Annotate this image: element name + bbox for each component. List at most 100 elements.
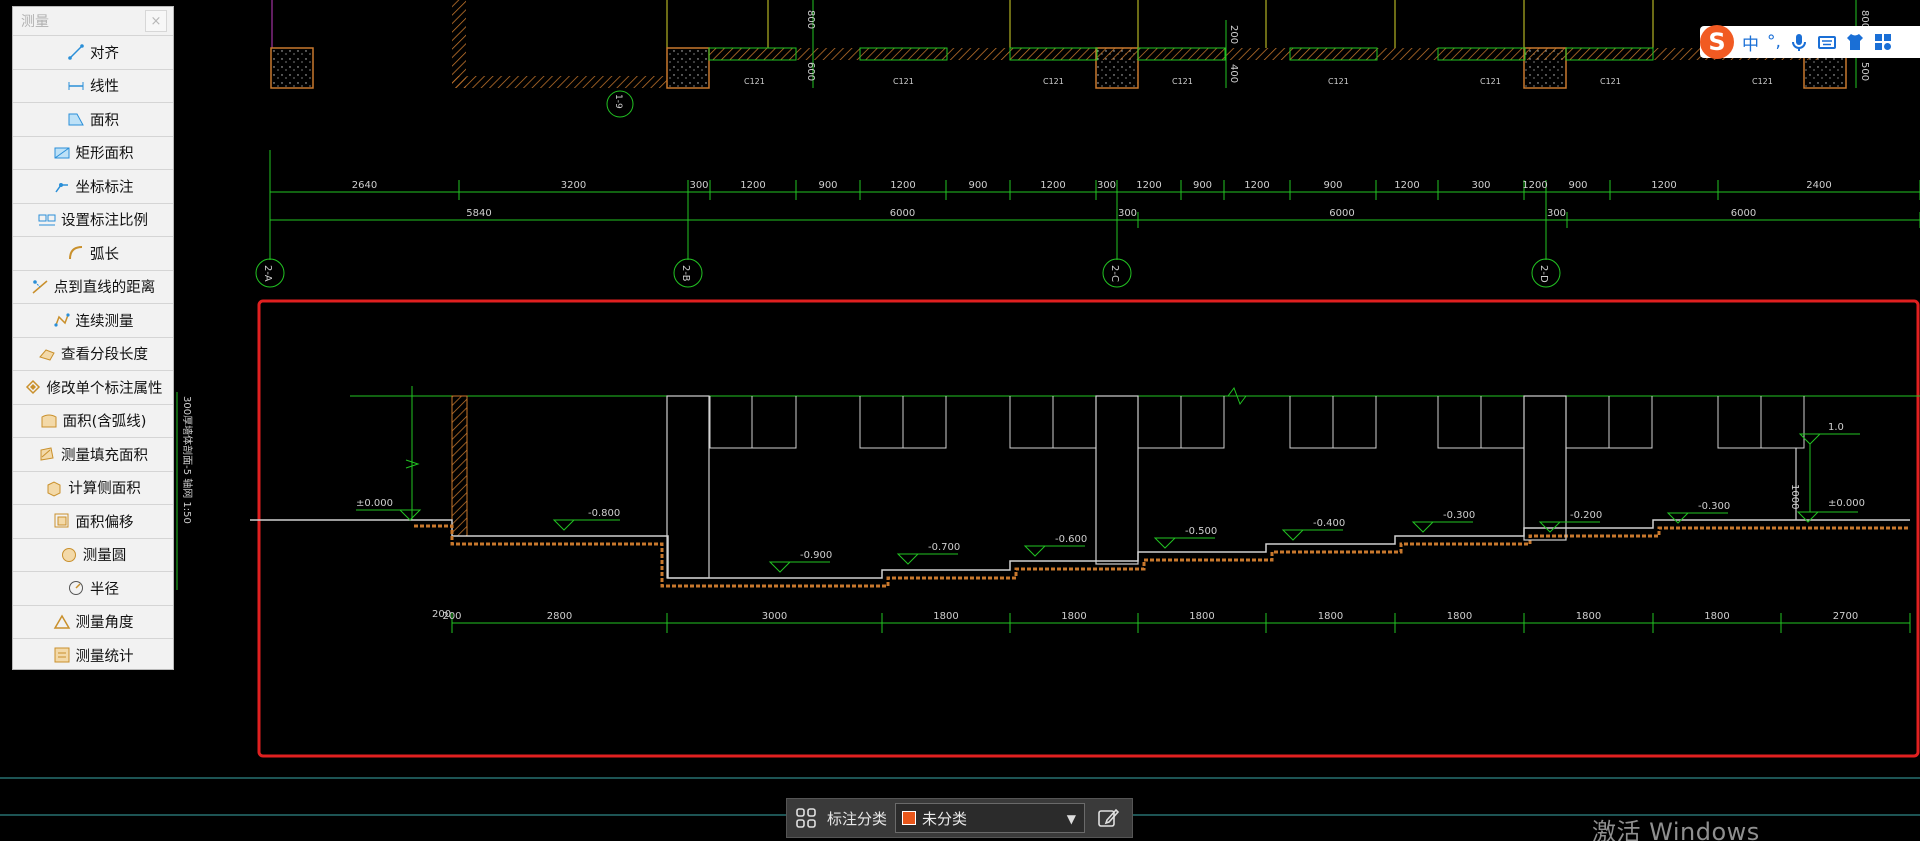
bottom-dim-start: 200: [432, 609, 451, 620]
bottom-dim-row: 200 2800 3000 1800 1800 1800 1800 1800 1800 1800 2…: [442, 611, 1911, 633]
skin-shirt-icon[interactable]: [1845, 32, 1865, 52]
elevation-label: ±0.000: [1828, 498, 1865, 509]
measure-tool-label: 坐标标注: [75, 179, 134, 196]
category-color-swatch: [902, 811, 917, 825]
measure-tool-statistics[interactable]: 测量统计: [13, 638, 173, 672]
dimension-label: 1200: [740, 180, 765, 191]
measure-tool-arc-length[interactable]: 弧长: [13, 236, 173, 270]
measure-tool-scale[interactable]: 设置标注比例: [13, 202, 173, 237]
measure-tool-point-line-distance[interactable]: 点到直线的距离: [13, 269, 173, 304]
elevation-label: -0.800: [588, 508, 620, 519]
cad-canvas[interactable]: C121 C121 C121 C121 C121 C121 C121 C121 800 6…: [0, 0, 1920, 841]
measure-tool-arc-area[interactable]: 面积(含弧线): [13, 403, 173, 438]
measure-tool-area[interactable]: 面积: [13, 102, 173, 136]
elevation-label: -0.300: [1698, 501, 1730, 512]
measure-tool-continuous-measure[interactable]: 连续测量: [13, 303, 173, 337]
svg-text:400: 400: [1228, 64, 1239, 83]
measure-tool-circle[interactable]: 测量圆: [13, 537, 173, 572]
area-icon: [68, 113, 84, 126]
measure-tool-label: 测量角度: [75, 615, 134, 632]
measure-tool-label: 面积(含弧线): [62, 414, 147, 431]
svg-text:C121: C121: [1172, 77, 1193, 86]
measure-tool-angle[interactable]: 测量角度: [13, 604, 173, 639]
statistics-icon: [54, 647, 69, 663]
dimension-label: 1800: [1189, 611, 1214, 622]
measure-tool-align[interactable]: 对齐: [13, 35, 173, 69]
ime-punct-toggle[interactable]: °,: [1767, 32, 1781, 52]
dimension-label: 3000: [762, 611, 787, 622]
dimension-label: 1800: [1576, 611, 1601, 622]
svg-text:2-B: 2-B: [680, 265, 691, 282]
measure-tool-segment-length[interactable]: 查看分段长度: [13, 336, 173, 371]
measure-tool-label: 点到直线的距离: [53, 280, 156, 297]
measure-tool-label: 面积: [90, 112, 119, 129]
measure-tool-linear[interactable]: 线性: [13, 68, 173, 103]
close-icon[interactable]: ×: [145, 10, 167, 32]
measure-tool-side-area[interactable]: 计算侧面积: [13, 470, 173, 505]
measure-tool-fill-area[interactable]: 测量填充面积: [13, 437, 173, 471]
layout-grid-icon[interactable]: [793, 805, 819, 831]
panel-title: 测量: [21, 14, 49, 30]
measure-tool-label: 弧长: [90, 246, 119, 263]
elevation-label: -0.600: [1055, 534, 1087, 545]
dimension-label: 300: [1471, 180, 1490, 191]
edit-icon[interactable]: [1093, 803, 1123, 833]
dimension-label: 1200: [1040, 180, 1065, 191]
dimension-label: 900: [1323, 180, 1342, 191]
dimension-label: 1800: [1061, 611, 1086, 622]
svg-text:C121: C121: [1043, 77, 1064, 86]
axis-2c: 2-C: [1102, 258, 1132, 288]
annotation-category-value: 未分类: [922, 809, 968, 828]
arc-area-icon: [41, 414, 57, 428]
side-area-icon: [47, 481, 61, 497]
elevation-label: -0.300: [1443, 510, 1475, 521]
fill-area-icon: [40, 447, 54, 461]
svg-text:2-D: 2-D: [1538, 265, 1549, 283]
chevron-down-icon[interactable]: ▼: [1067, 812, 1076, 826]
measure-tool-edit-annotation[interactable]: 修改单个标注属性: [13, 370, 173, 404]
axis-markers: 2-A 2-B 2-C 2-D: [255, 258, 1561, 288]
ime-toolbar[interactable]: S 中 °,: [1700, 25, 1920, 59]
dimension-label: 1200: [1244, 180, 1269, 191]
angle-icon: [53, 614, 70, 629]
radius-icon: [69, 581, 83, 596]
circle-icon: [61, 547, 76, 562]
svg-text:600: 600: [805, 62, 816, 81]
axis-2d: 2-D: [1531, 258, 1561, 288]
dimension-label: 1200: [1522, 180, 1547, 191]
ime-grid-icon[interactable]: [1873, 32, 1893, 52]
microphone-icon[interactable]: [1789, 32, 1809, 52]
measure-tool-radius[interactable]: 半径: [13, 571, 173, 605]
top-dim-row-2: 5840 6000 300 6000 300 6000: [269, 208, 1920, 228]
continuous-measure-icon: [53, 313, 70, 327]
dimension-label: 2400: [1806, 180, 1831, 191]
dimension-label: 3200: [561, 180, 586, 191]
measure-tool-rect-area[interactable]: 矩形面积: [13, 135, 173, 170]
coordinate-icon: [54, 183, 68, 193]
elevation-label: -0.200: [1570, 510, 1602, 521]
measure-tool-label: 测量圆: [82, 548, 127, 565]
annotation-category-label: 标注分类: [827, 809, 888, 828]
measure-tool-label: 半径: [90, 581, 119, 598]
keyboard-icon[interactable]: [1817, 32, 1837, 52]
ime-logo-icon[interactable]: S: [1700, 25, 1734, 59]
svg-text:800: 800: [805, 10, 816, 29]
svg-text:C121: C121: [1600, 77, 1621, 86]
selection-frame[interactable]: [257, 299, 1920, 758]
measure-tool-label: 测量填充面积: [61, 447, 148, 464]
measure-tool-label: 计算侧面积: [68, 481, 141, 498]
dimension-label: 900: [1193, 180, 1212, 191]
measure-tool-area-offset[interactable]: 面积偏移: [13, 504, 173, 538]
annotation-category-select[interactable]: 未分类 ▼: [895, 803, 1086, 833]
section-title: 300厚墙体剖面-5 轴网 1:50: [181, 396, 194, 524]
measure-tool-label: 面积偏移: [75, 514, 134, 531]
dimension-label: 300: [1097, 180, 1116, 191]
measure-tool-coordinate[interactable]: 坐标标注: [13, 169, 173, 203]
svg-text:C121: C121: [744, 77, 765, 86]
svg-text:500: 500: [1859, 62, 1870, 81]
align-icon: [68, 44, 84, 61]
ime-lang-toggle[interactable]: 中: [1742, 30, 1759, 55]
dimension-label: 5840: [466, 208, 491, 219]
dimension-label: 1800: [1318, 611, 1343, 622]
arc-length-icon: [69, 246, 83, 260]
